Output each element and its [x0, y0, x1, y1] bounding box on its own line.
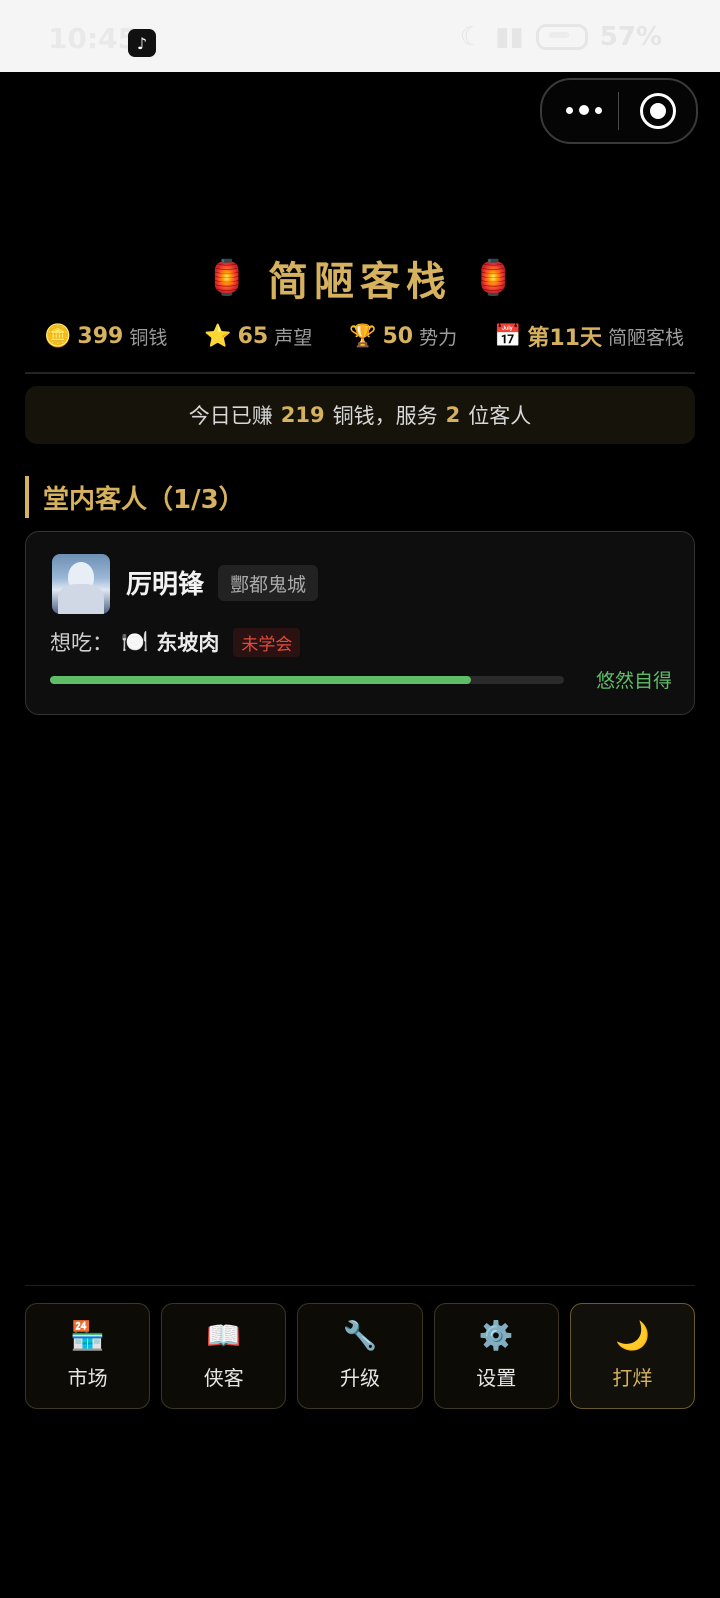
- page-title: 简陋客栈: [268, 259, 452, 305]
- status-time: 10:45: [48, 22, 138, 55]
- stat-power: 🏆 50 势力: [349, 323, 457, 350]
- close-shop-button[interactable]: 🌙 打烊: [569, 1303, 696, 1409]
- stat-value: 50: [382, 323, 414, 349]
- battery-icon: [535, 24, 588, 50]
- stat-value: 65: [237, 323, 269, 349]
- guest-mood: 悠然自得: [595, 670, 672, 692]
- avatar: [52, 554, 110, 614]
- red-lantern-icon: 🏮: [205, 258, 248, 298]
- capsule-divider: [618, 92, 619, 130]
- battery-percent: 57%: [599, 22, 662, 52]
- guest-order: 想吃： 🍽️ 东坡肉 未学会: [50, 625, 301, 659]
- nav-label: 侠客: [203, 1365, 244, 1390]
- gear-icon: ⚙️: [478, 1318, 514, 1352]
- section-title-guests: 堂内客人（1/3）: [25, 476, 245, 518]
- nav-label: 打烊: [612, 1365, 653, 1390]
- earnings-coins: 219: [280, 403, 325, 427]
- close-miniprogram-icon[interactable]: [640, 93, 676, 129]
- stat-coins: 🪙 399 铜钱: [44, 323, 167, 350]
- status-bar: 10:45 ♪ ☾ ▮▮ 57%: [0, 0, 720, 72]
- stats-bar: 🪙 399 铜钱 ⭐ 65 声望 🏆 50 势力 📅 第11天 简陋客栈: [44, 316, 684, 356]
- market-button[interactable]: 🏪 市场: [25, 1303, 151, 1409]
- moon-icon: 🌙: [614, 1318, 650, 1352]
- earnings-mid: 铜钱，服务: [332, 404, 438, 428]
- settings-button[interactable]: ⚙️ 设置: [433, 1303, 559, 1409]
- tiktok-icon: ♪: [128, 29, 156, 57]
- moon-status-icon: ☾: [459, 22, 484, 52]
- daily-earnings-banner: 今日已赚 219 铜钱，服务 2 位客人: [25, 386, 695, 444]
- patience-bar: [50, 676, 564, 684]
- nav-label: 升级: [340, 1365, 380, 1390]
- bottom-nav: 🏪 市场 📖 侠客 🔧 升级 ⚙️ 设置 🌙 打烊: [25, 1303, 696, 1409]
- market-icon: 🏪: [70, 1318, 106, 1352]
- status-icons: ☾ ▮▮ 57%: [459, 22, 662, 52]
- earnings-prefix: 今日已赚: [188, 404, 273, 428]
- divider: [25, 372, 695, 374]
- dish-name: 东坡肉: [156, 631, 220, 655]
- upgrade-button[interactable]: 🔧 升级: [297, 1303, 423, 1409]
- plate-icon: 🍽️: [121, 629, 149, 655]
- status-badge: 未学会: [233, 627, 301, 657]
- wrench-icon: 🔧: [342, 1318, 378, 1352]
- trophy-icon: 🏆: [349, 323, 377, 349]
- stat-value: 399: [77, 323, 124, 349]
- coin-icon: 🪙: [44, 323, 72, 349]
- stat-unit: 声望: [274, 326, 313, 349]
- page-header: 🏮 简陋客栈 🏮: [0, 248, 720, 308]
- guest-card[interactable]: 厉明锋 酆都鬼城 想吃： 🍽️ 东坡肉 未学会 悠然自得: [25, 531, 695, 715]
- stat-value: 第11天: [527, 326, 602, 351]
- book-icon: 📖: [206, 1318, 242, 1352]
- earnings-guests: 2: [445, 403, 461, 427]
- nav-label: 市场: [67, 1365, 108, 1390]
- patience-bar-fill: [50, 676, 472, 684]
- guest-origin-tag: 酆都鬼城: [218, 565, 319, 601]
- miniprogram-capsule: [540, 78, 698, 144]
- star-icon: ⭐: [204, 323, 232, 349]
- more-options-icon[interactable]: [562, 95, 606, 125]
- signal-icon: ▮▮: [495, 22, 524, 52]
- calendar-icon: 📅: [493, 323, 522, 349]
- red-lantern-icon: 🏮: [472, 258, 515, 298]
- stat-day: 📅 第11天 简陋客栈: [494, 320, 684, 352]
- stat-reputation: ⭐ 65 声望: [204, 323, 312, 350]
- guest-name: 厉明锋: [126, 570, 205, 600]
- stat-unit: 简陋客栈: [607, 326, 684, 349]
- want-label: 想吃：: [50, 631, 113, 655]
- stat-unit: 势力: [419, 326, 458, 349]
- stat-unit: 铜钱: [129, 326, 168, 349]
- nav-label: 设置: [476, 1365, 517, 1390]
- divider: [25, 1285, 695, 1286]
- heroes-button[interactable]: 📖 侠客: [161, 1303, 287, 1409]
- earnings-suffix: 位客人: [468, 404, 532, 428]
